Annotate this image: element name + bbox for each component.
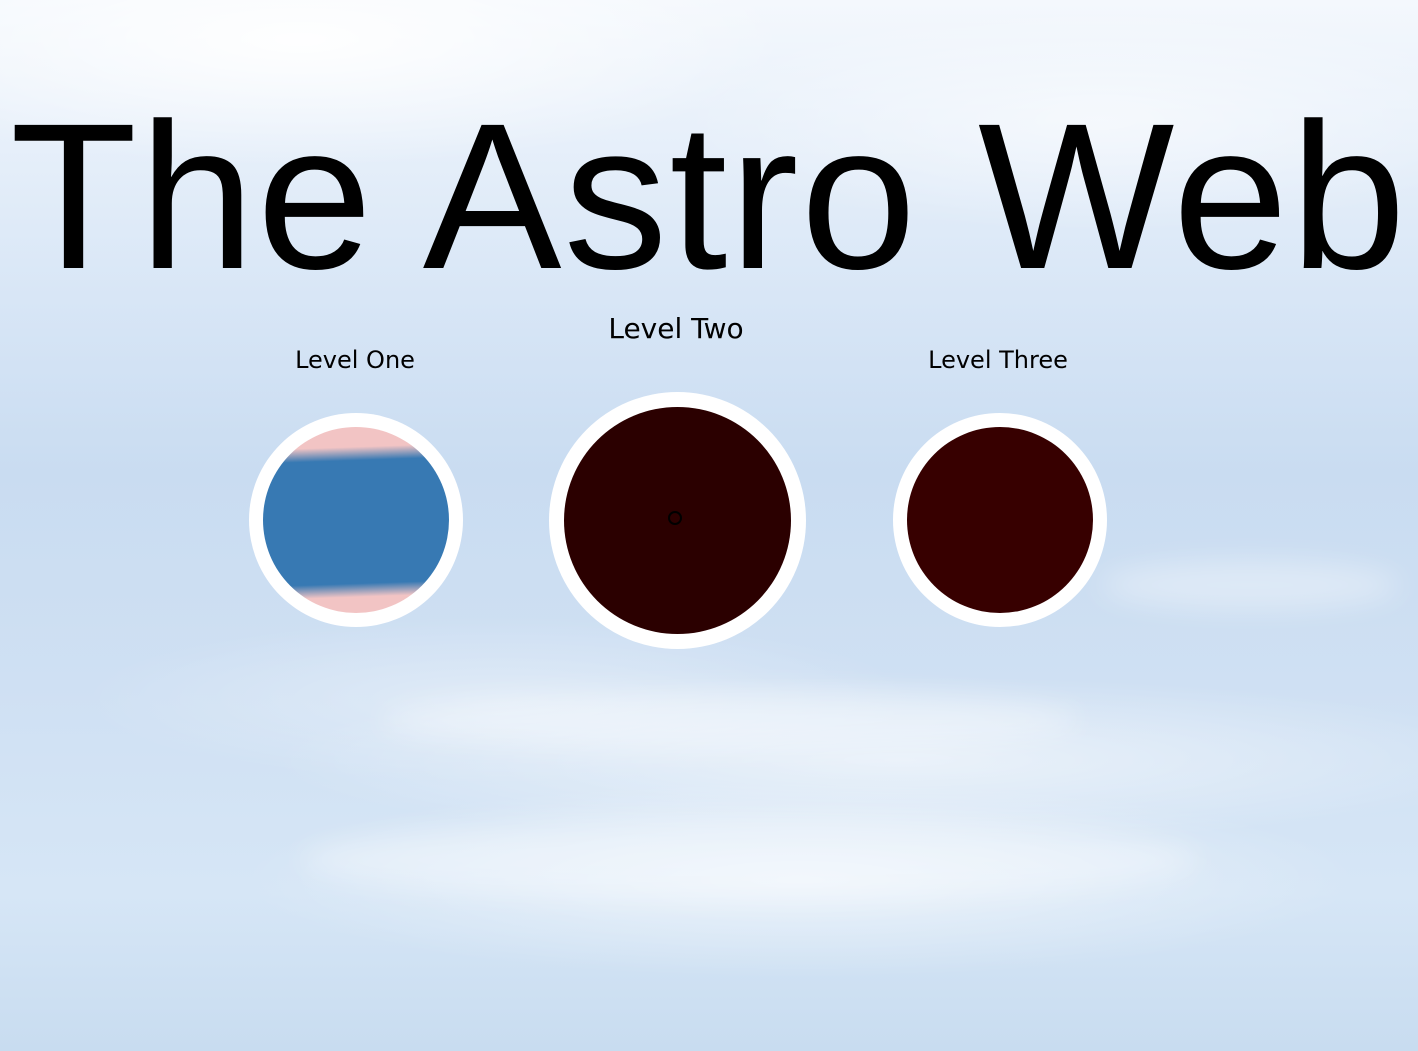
level-one-thumbnail: [263, 427, 449, 613]
level-three-label: Level Three: [928, 346, 1068, 374]
level-one-label: Level One: [295, 346, 415, 374]
game-title: The Astro Web: [10, 81, 1408, 313]
level-three-thumbnail: [907, 427, 1093, 613]
cloud-streak: [1100, 560, 1400, 610]
level-one-button[interactable]: [249, 413, 463, 627]
level-two-label: Level Two: [608, 312, 744, 345]
level-three-button[interactable]: [893, 413, 1107, 627]
cloud-streak: [300, 820, 1200, 900]
cloud-streak: [380, 690, 1080, 750]
circle-cursor-icon: [668, 511, 682, 525]
